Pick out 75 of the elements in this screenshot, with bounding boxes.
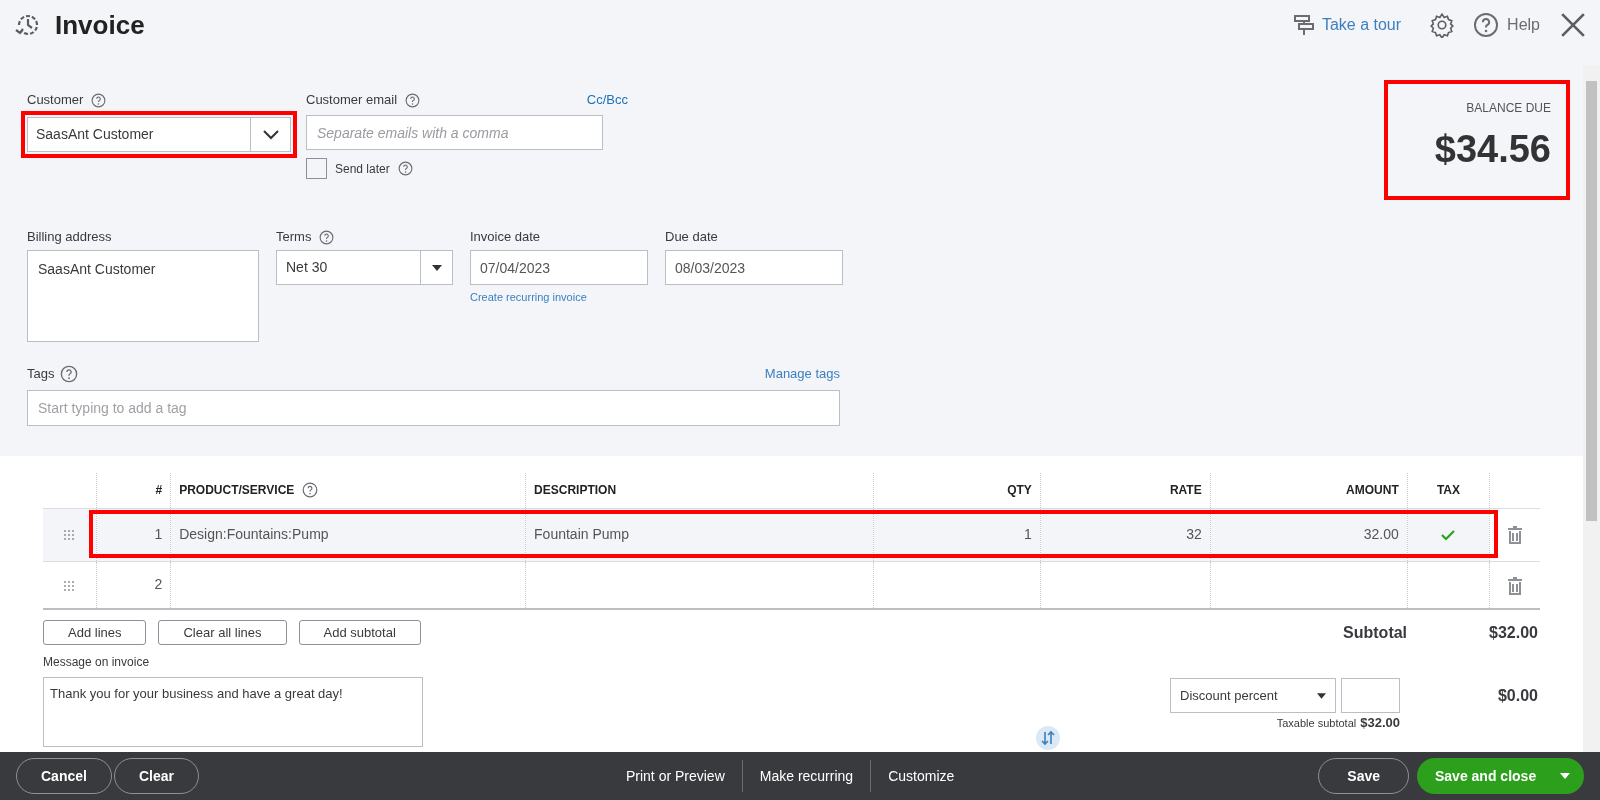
discount-amount: $0.00 (1496, 685, 1538, 706)
manage-tags-link[interactable]: Manage tags (764, 364, 840, 384)
help-icon[interactable] (405, 92, 421, 108)
line-action-button[interactable]: Add subtotal (298, 620, 421, 645)
customer-select[interactable]: SaasAnt Customer (27, 117, 291, 152)
discount-value-field[interactable] (1341, 678, 1400, 713)
help-icon[interactable] (1473, 12, 1500, 38)
footer-link[interactable]: Customize (871, 765, 972, 787)
tags-field[interactable]: Start typing to add a tag (27, 390, 840, 426)
balance-due-amount: $34.56 (1434, 127, 1551, 172)
take-a-tour-link[interactable]: Take a tour (1291, 13, 1402, 37)
column-header: TAX (1436, 482, 1460, 500)
due-date-label: Due date (665, 228, 719, 246)
table-cell: Fountain Pump (534, 526, 629, 542)
sort-arrows-icon[interactable] (1035, 725, 1061, 751)
table-cell: 32 (1186, 526, 1202, 542)
table-cell: 2 (154, 576, 163, 593)
table-cell: 1 (154, 526, 163, 542)
help-icon[interactable] (91, 92, 107, 108)
footer-link[interactable]: Make recurring (742, 765, 871, 787)
column-header: # (155, 482, 163, 500)
invoice-date-label: Invoice date (470, 228, 542, 246)
table-cell: Design:Fountains:Pump (179, 526, 329, 542)
drag-handle-icon[interactable] (63, 579, 76, 592)
drag-handle-icon[interactable] (63, 529, 76, 542)
column-header: DESCRIPTION (534, 482, 617, 500)
column-header: RATE (1169, 482, 1202, 500)
scrollbar[interactable] (1583, 65, 1600, 752)
tags-label: Tags (27, 365, 55, 384)
billing-address-field[interactable]: SaasAnt Customer (27, 250, 259, 342)
footer-link[interactable]: Print or Preview (608, 765, 742, 787)
page-title: Invoice (55, 8, 145, 42)
settings-icon[interactable] (1429, 12, 1456, 38)
terms-label: Terms (276, 228, 312, 247)
billing-address-label: Billing address (27, 228, 113, 246)
invoice-date-field[interactable]: 07/04/2023 (470, 250, 648, 285)
signpost-icon (1291, 13, 1316, 37)
create-recurring-invoice-link[interactable]: Create recurring invoice (470, 289, 648, 306)
table-row[interactable]: 2 (43, 561, 1540, 609)
send-later-checkbox[interactable] (306, 158, 327, 179)
discount-type-select[interactable]: Discount percent (1170, 678, 1336, 713)
help-icon[interactable] (302, 482, 319, 499)
terms-select[interactable]: Net 30 (276, 250, 453, 285)
balance-due-label: BALANCE DUE (1466, 100, 1551, 117)
line-action-button[interactable]: Add lines (43, 620, 147, 645)
table-cell: 32.00 (1363, 526, 1399, 542)
close-icon[interactable] (1560, 12, 1586, 38)
cc-bcc-link[interactable]: Cc/Bcc (586, 90, 628, 110)
customer-label: Customer (27, 91, 84, 110)
trash-icon[interactable] (1508, 576, 1523, 595)
caret-down-icon (431, 264, 442, 271)
help-icon[interactable] (397, 161, 413, 176)
column-header: AMOUNT (1346, 482, 1399, 500)
help-link[interactable]: Help (1473, 12, 1540, 38)
taxable-subtotal-value: $32.00 (1360, 714, 1400, 732)
taxable-subtotal-label: Taxable subtotal (1276, 715, 1357, 731)
help-icon[interactable] (319, 229, 335, 245)
message-field[interactable]: Thank you for your business and have a great day! (43, 677, 423, 747)
caret-down-icon (1560, 773, 1570, 779)
caret-down-icon (1317, 692, 1326, 699)
help-icon[interactable] (60, 365, 79, 383)
due-date-field[interactable]: 08/03/2023 (665, 250, 843, 285)
column-header: PRODUCT/SERVICE (179, 482, 295, 500)
message-label: Message on invoice (43, 654, 151, 671)
trash-icon[interactable] (1508, 526, 1523, 545)
column-header: QTY (1007, 482, 1032, 500)
customer-email-field[interactable]: Separate emails with a comma (306, 115, 603, 150)
customer-email-label: Customer email (306, 91, 398, 110)
subtotal-value: $32.00 (1489, 622, 1538, 643)
line-action-button[interactable]: Clear all lines (158, 620, 287, 645)
table-cell: 1 (1024, 526, 1032, 542)
checkmark-icon (1441, 529, 1456, 542)
chevron-down-icon (262, 129, 279, 140)
send-later-label: Send later (335, 160, 390, 178)
subtotal-label: Subtotal (1343, 622, 1408, 643)
